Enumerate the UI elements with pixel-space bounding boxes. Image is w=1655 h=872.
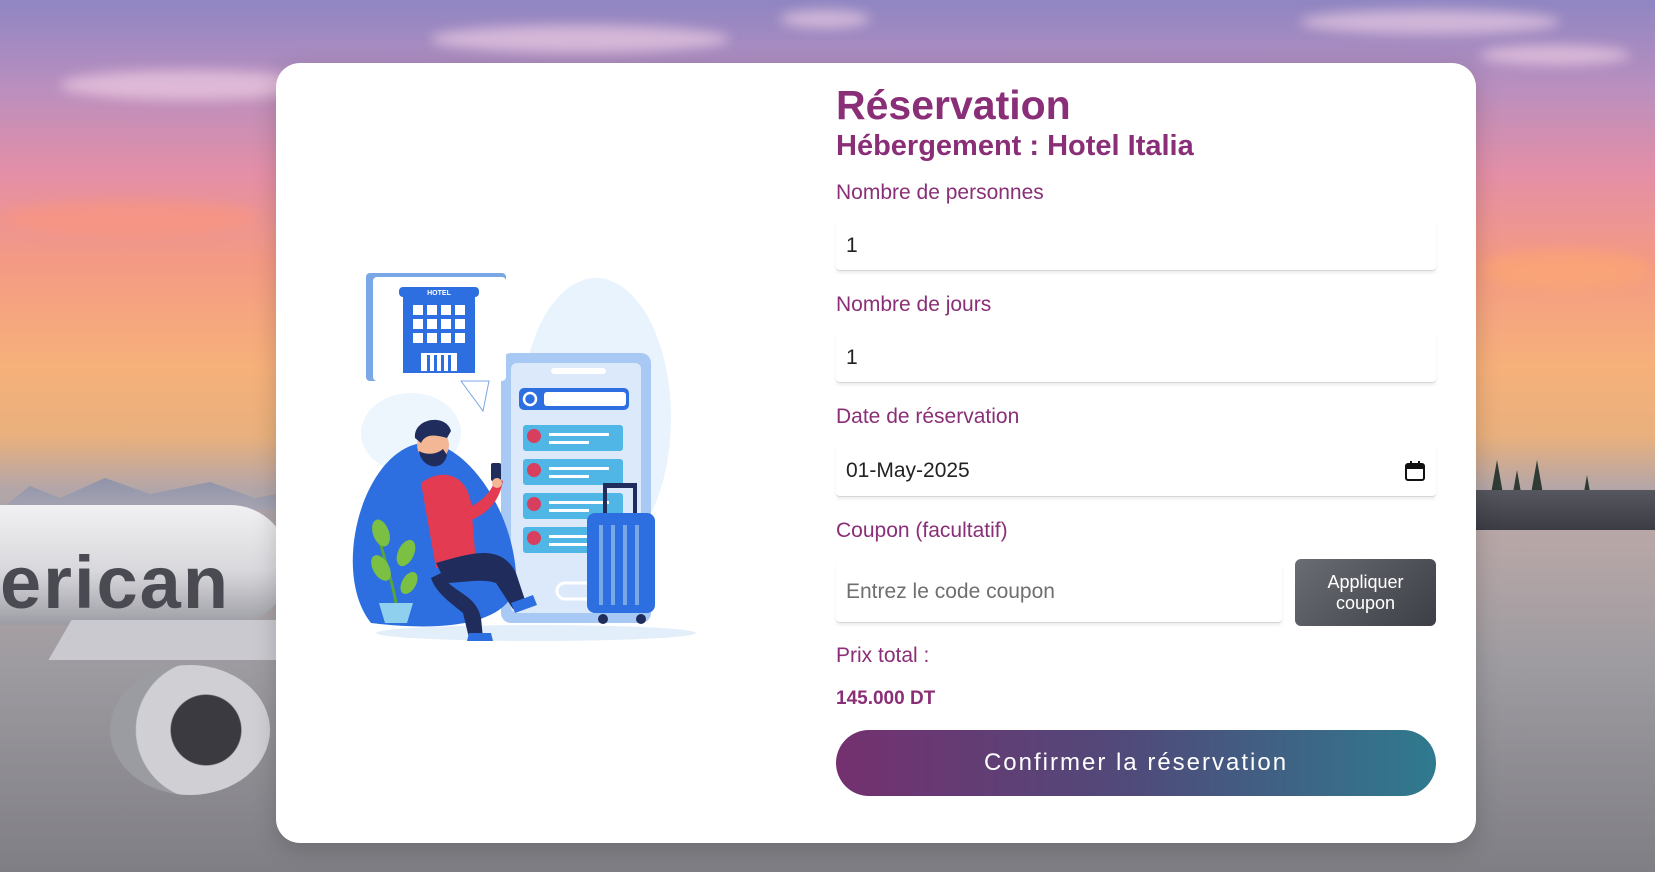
persons-label: Nombre de personnes	[836, 181, 1044, 205]
days-input[interactable]: 1	[836, 333, 1436, 384]
airplane-livery-text: erican	[0, 541, 231, 624]
accommodation-subtitle: Hébergement : Hotel Italia	[836, 130, 1194, 163]
hotel-booking-illustration: HOTEL	[352, 273, 696, 641]
coupon-label: Coupon (facultatif)	[836, 519, 1008, 543]
days-label: Nombre de jours	[836, 293, 992, 317]
page-title: Réservation	[836, 82, 1071, 128]
confirm-reservation-button[interactable]: Confirmer la réservation	[836, 730, 1436, 797]
total-price-label: Prix total :	[836, 644, 930, 668]
total-price-value: 145.000 DT	[836, 688, 936, 710]
airplane-engine	[110, 665, 270, 795]
date-input[interactable]: 01-May-2025	[836, 445, 1436, 498]
hotel-sign-text: HOTEL	[427, 290, 451, 297]
date-value: 01-May-2025	[846, 458, 970, 482]
coupon-input[interactable]	[836, 562, 1282, 623]
persons-input[interactable]: 1	[836, 221, 1436, 272]
reservation-form: Réservation Hébergement : Hotel Italia N…	[836, 82, 1436, 797]
reservation-card: HOTEL Réservation Hébergement: Hotel It…	[276, 63, 1476, 843]
coupon-row: Appliquer coupon	[836, 559, 1436, 627]
calendar-icon[interactable]	[1404, 460, 1426, 482]
date-label: Date de réservation	[836, 405, 1020, 429]
persons-value: 1	[846, 233, 858, 257]
days-value: 1	[846, 345, 858, 369]
apply-coupon-button[interactable]: Appliquer coupon	[1295, 559, 1436, 627]
